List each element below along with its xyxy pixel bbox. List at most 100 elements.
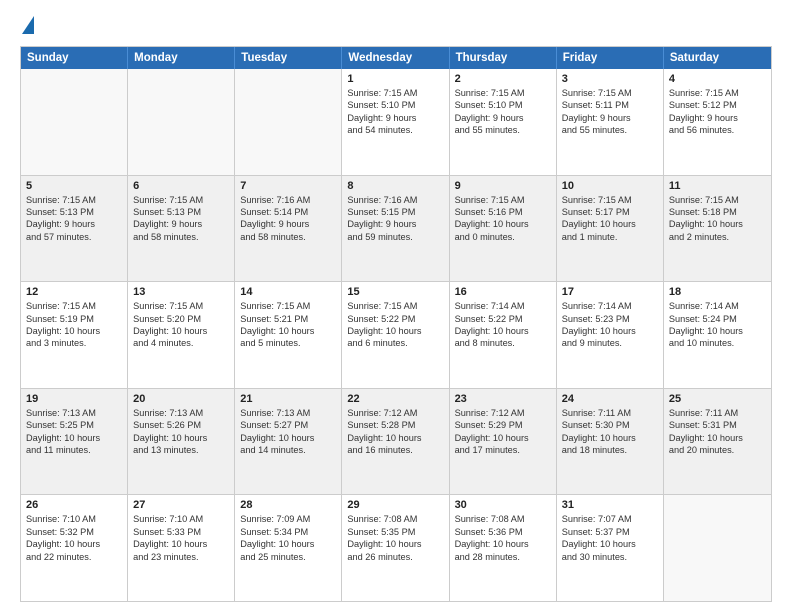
- calendar-row: 19Sunrise: 7:13 AMSunset: 5:25 PMDayligh…: [21, 388, 771, 495]
- cell-info-line: Daylight: 10 hours: [240, 538, 336, 550]
- cell-info-line: Sunset: 5:34 PM: [240, 526, 336, 538]
- cell-info-line: and 55 minutes.: [455, 124, 551, 136]
- day-number: 12: [26, 286, 122, 298]
- weekday-header-monday: Monday: [128, 47, 235, 69]
- cell-info-line: Sunset: 5:20 PM: [133, 313, 229, 325]
- cell-info-line: and 2 minutes.: [669, 231, 766, 243]
- cell-info-line: Sunset: 5:19 PM: [26, 313, 122, 325]
- cell-info-line: and 9 minutes.: [562, 337, 658, 349]
- cell-info-line: Sunrise: 7:13 AM: [26, 407, 122, 419]
- calendar-day-31: 31Sunrise: 7:07 AMSunset: 5:37 PMDayligh…: [557, 495, 664, 601]
- cell-info-line: Daylight: 10 hours: [562, 325, 658, 337]
- calendar-day-12: 12Sunrise: 7:15 AMSunset: 5:19 PMDayligh…: [21, 282, 128, 388]
- calendar-row: 1Sunrise: 7:15 AMSunset: 5:10 PMDaylight…: [21, 69, 771, 175]
- cell-info-line: Sunset: 5:22 PM: [455, 313, 551, 325]
- day-number: 4: [669, 73, 766, 85]
- weekday-header-tuesday: Tuesday: [235, 47, 342, 69]
- day-number: 15: [347, 286, 443, 298]
- cell-info-line: Sunrise: 7:13 AM: [133, 407, 229, 419]
- calendar-day-14: 14Sunrise: 7:15 AMSunset: 5:21 PMDayligh…: [235, 282, 342, 388]
- cell-info-line: Sunset: 5:37 PM: [562, 526, 658, 538]
- calendar-body: 1Sunrise: 7:15 AMSunset: 5:10 PMDaylight…: [21, 69, 771, 601]
- cell-info-line: and 25 minutes.: [240, 551, 336, 563]
- cell-info-line: Daylight: 10 hours: [26, 325, 122, 337]
- cell-info-line: Sunset: 5:29 PM: [455, 419, 551, 431]
- calendar-day-13: 13Sunrise: 7:15 AMSunset: 5:20 PMDayligh…: [128, 282, 235, 388]
- cell-info-line: and 22 minutes.: [26, 551, 122, 563]
- day-number: 19: [26, 393, 122, 405]
- cell-info-line: and 55 minutes.: [562, 124, 658, 136]
- page: SundayMondayTuesdayWednesdayThursdayFrid…: [0, 0, 792, 612]
- calendar-day-7: 7Sunrise: 7:16 AMSunset: 5:14 PMDaylight…: [235, 176, 342, 282]
- cell-info-line: Sunrise: 7:10 AM: [133, 513, 229, 525]
- cell-info-line: and 8 minutes.: [455, 337, 551, 349]
- calendar-day-29: 29Sunrise: 7:08 AMSunset: 5:35 PMDayligh…: [342, 495, 449, 601]
- day-number: 13: [133, 286, 229, 298]
- cell-info-line: and 10 minutes.: [669, 337, 766, 349]
- cell-info-line: Daylight: 10 hours: [240, 325, 336, 337]
- cell-info-line: and 23 minutes.: [133, 551, 229, 563]
- cell-info-line: Sunset: 5:15 PM: [347, 206, 443, 218]
- cell-info-line: Daylight: 10 hours: [133, 432, 229, 444]
- day-number: 21: [240, 393, 336, 405]
- cell-info-line: Daylight: 10 hours: [347, 325, 443, 337]
- calendar-empty-cell: [235, 69, 342, 175]
- day-number: 18: [669, 286, 766, 298]
- cell-info-line: and 58 minutes.: [240, 231, 336, 243]
- calendar: SundayMondayTuesdayWednesdayThursdayFrid…: [20, 46, 772, 602]
- day-number: 30: [455, 499, 551, 511]
- cell-info-line: Sunrise: 7:15 AM: [562, 194, 658, 206]
- day-number: 23: [455, 393, 551, 405]
- calendar-row: 26Sunrise: 7:10 AMSunset: 5:32 PMDayligh…: [21, 494, 771, 601]
- day-number: 27: [133, 499, 229, 511]
- cell-info-line: and 4 minutes.: [133, 337, 229, 349]
- cell-info-line: and 59 minutes.: [347, 231, 443, 243]
- calendar-day-10: 10Sunrise: 7:15 AMSunset: 5:17 PMDayligh…: [557, 176, 664, 282]
- cell-info-line: Sunrise: 7:15 AM: [347, 87, 443, 99]
- cell-info-line: Sunrise: 7:11 AM: [669, 407, 766, 419]
- cell-info-line: and 17 minutes.: [455, 444, 551, 456]
- cell-info-line: Sunrise: 7:12 AM: [455, 407, 551, 419]
- cell-info-line: Sunset: 5:23 PM: [562, 313, 658, 325]
- header: [20, 16, 772, 36]
- calendar-day-21: 21Sunrise: 7:13 AMSunset: 5:27 PMDayligh…: [235, 389, 342, 495]
- calendar-header: SundayMondayTuesdayWednesdayThursdayFrid…: [21, 47, 771, 69]
- cell-info-line: Daylight: 10 hours: [669, 218, 766, 230]
- cell-info-line: Sunset: 5:22 PM: [347, 313, 443, 325]
- cell-info-line: and 1 minute.: [562, 231, 658, 243]
- day-number: 24: [562, 393, 658, 405]
- calendar-day-6: 6Sunrise: 7:15 AMSunset: 5:13 PMDaylight…: [128, 176, 235, 282]
- calendar-day-26: 26Sunrise: 7:10 AMSunset: 5:32 PMDayligh…: [21, 495, 128, 601]
- cell-info-line: Sunrise: 7:15 AM: [133, 194, 229, 206]
- cell-info-line: Sunset: 5:10 PM: [455, 99, 551, 111]
- calendar-day-16: 16Sunrise: 7:14 AMSunset: 5:22 PMDayligh…: [450, 282, 557, 388]
- cell-info-line: Daylight: 9 hours: [562, 112, 658, 124]
- day-number: 5: [26, 180, 122, 192]
- cell-info-line: Sunrise: 7:15 AM: [26, 194, 122, 206]
- cell-info-line: Daylight: 10 hours: [347, 538, 443, 550]
- calendar-day-9: 9Sunrise: 7:15 AMSunset: 5:16 PMDaylight…: [450, 176, 557, 282]
- cell-info-line: Daylight: 10 hours: [562, 432, 658, 444]
- day-number: 11: [669, 180, 766, 192]
- cell-info-line: Daylight: 10 hours: [455, 538, 551, 550]
- calendar-day-15: 15Sunrise: 7:15 AMSunset: 5:22 PMDayligh…: [342, 282, 449, 388]
- calendar-day-11: 11Sunrise: 7:15 AMSunset: 5:18 PMDayligh…: [664, 176, 771, 282]
- day-number: 1: [347, 73, 443, 85]
- cell-info-line: Daylight: 9 hours: [455, 112, 551, 124]
- cell-info-line: Sunrise: 7:16 AM: [347, 194, 443, 206]
- calendar-day-4: 4Sunrise: 7:15 AMSunset: 5:12 PMDaylight…: [664, 69, 771, 175]
- cell-info-line: Daylight: 9 hours: [347, 218, 443, 230]
- cell-info-line: Daylight: 10 hours: [562, 538, 658, 550]
- calendar-day-23: 23 Sunrise: 7:12 AMSunset: 5:29 PMDayligh…: [450, 389, 557, 495]
- calendar-day-17: 17Sunrise: 7:14 AMSunset: 5:23 PMDayligh…: [557, 282, 664, 388]
- cell-info-line: Sunset: 5:10 PM: [347, 99, 443, 111]
- calendar-day-25: 25Sunrise: 7:11 AMSunset: 5:31 PMDayligh…: [664, 389, 771, 495]
- cell-info-line: Sunset: 5:30 PM: [562, 419, 658, 431]
- day-number: 3: [562, 73, 658, 85]
- cell-info-line: Sunset: 5:16 PM: [455, 206, 551, 218]
- day-number: 20: [133, 393, 229, 405]
- day-number: 28: [240, 499, 336, 511]
- cell-info-line: Daylight: 10 hours: [455, 432, 551, 444]
- cell-info-line: Sunrise: 7:13 AM: [240, 407, 336, 419]
- cell-info-line: Sunrise: 7:11 AM: [562, 407, 658, 419]
